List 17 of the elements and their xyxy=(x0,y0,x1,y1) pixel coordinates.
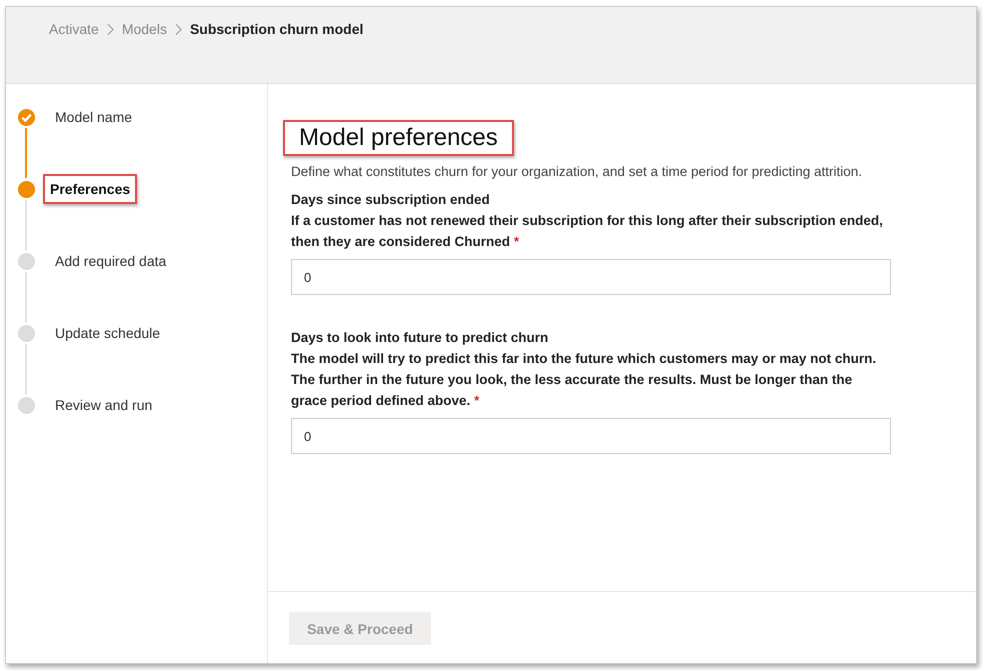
field-description: If a customer has not renewed their subscription for this long after their subscription ended, then they are considered Churned * xyxy=(291,212,884,251)
breadcrumb-current: Subscription churn model xyxy=(190,21,364,37)
field-label: Days since subscription ended xyxy=(291,191,491,209)
input-field[interactable]: 0 xyxy=(291,259,891,295)
step-label[interactable]: Update schedule xyxy=(48,318,168,348)
step-label[interactable]: Preferences xyxy=(43,174,138,204)
input-field[interactable]: 0 xyxy=(291,418,891,454)
field-label: Days to look into future to predict churn xyxy=(291,329,550,347)
step-connector xyxy=(25,128,27,178)
chevron-icon xyxy=(174,22,182,36)
page-heading: Model preferences xyxy=(283,120,514,156)
step-label[interactable]: Add required data xyxy=(48,246,174,276)
step-label[interactable]: Model name xyxy=(48,102,140,132)
field-description: The model will try to predict this far into the future which customers may or may not churn. The further in the future you look, the less accurate the results. Must be longer than the grace period defined above. * xyxy=(291,350,878,410)
intro-text: Define what constitutes churn for your organization, and set a time period for predicting attrition. xyxy=(291,164,864,179)
chevron-icon xyxy=(106,22,114,36)
step-label[interactable]: Review and run xyxy=(48,390,160,420)
